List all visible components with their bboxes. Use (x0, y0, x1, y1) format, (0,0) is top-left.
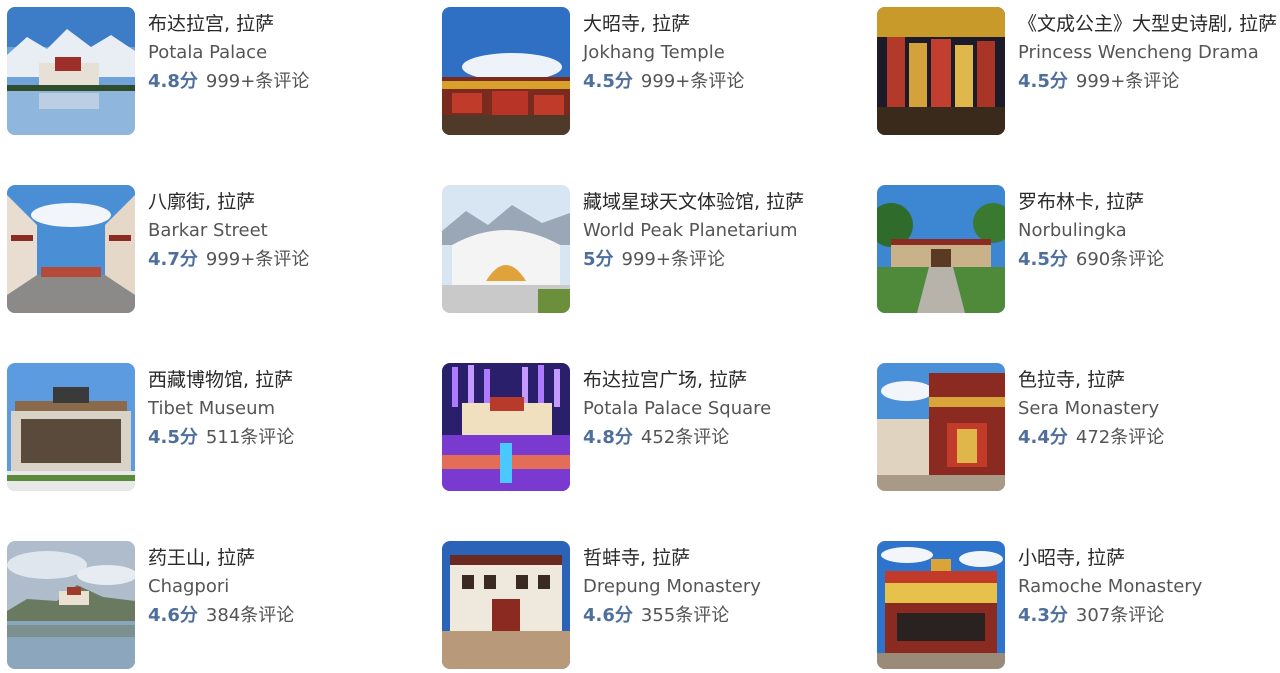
attraction-subtitle: Tibet Museum (148, 398, 276, 419)
attraction-card[interactable]: 小昭寺, 拉萨 Ramoche Monastery 4.3分 307条评论 (877, 541, 1280, 671)
attraction-title[interactable]: 布达拉宫广场, 拉萨 (583, 365, 848, 395)
attraction-card[interactable]: 西藏博物馆, 拉萨 Tibet Museum 4.5分 511条评论 (7, 363, 427, 493)
attraction-subtitle: Sera Monastery (1018, 398, 1160, 419)
attraction-meta: 4.5分 511条评论 (148, 423, 413, 453)
attraction-card[interactable]: 哲蚌寺, 拉萨 Drepung Monastery 4.6分 355条评论 (442, 541, 862, 671)
attraction-photo[interactable] (7, 185, 135, 313)
attraction-meta: 5分 999+条评论 (583, 245, 848, 275)
attraction-card[interactable]: 藏域星球天文体验馆, 拉萨 World Peak Planetarium 5分 9… (442, 185, 862, 315)
rating-score: 4.3分 (1018, 605, 1068, 626)
rating-score: 4.5分 (1018, 249, 1068, 270)
attraction-photo[interactable] (877, 7, 1005, 135)
attraction-subtitle: Jokhang Temple (583, 42, 725, 63)
attraction-meta: 4.7分 999+条评论 (148, 245, 413, 275)
rating-score: 4.6分 (583, 605, 633, 626)
attraction-card[interactable]: 布达拉宫, 拉萨 Potala Palace 4.8分 999+条评论 (7, 7, 427, 137)
attraction-meta: 4.3分 307条评论 (1018, 601, 1280, 631)
review-count: 355条评论 (640, 605, 730, 626)
review-count: 384条评论 (205, 605, 295, 626)
attraction-photo[interactable] (877, 541, 1005, 669)
attraction-meta: 4.4分 472条评论 (1018, 423, 1280, 453)
rating-score: 4.7分 (148, 249, 198, 270)
attraction-subtitle: Princess Wencheng Drama (1018, 42, 1259, 63)
attraction-title[interactable]: 西藏博物馆, 拉萨 (148, 365, 413, 395)
rating-score: 4.5分 (148, 427, 198, 448)
attraction-photo[interactable] (7, 363, 135, 491)
attraction-card[interactable]: 罗布林卡, 拉萨 Norbulingka 4.5分 690条评论 (877, 185, 1280, 315)
rating-score: 4.5分 (1018, 71, 1068, 92)
attraction-title[interactable]: 《文成公主》大型史诗剧, 拉萨 (1018, 9, 1280, 39)
attraction-card[interactable]: 布达拉宫广场, 拉萨 Potala Palace Square 4.8分 452条… (442, 363, 862, 493)
attraction-photo[interactable] (7, 7, 135, 135)
attraction-card[interactable]: 八廓街, 拉萨 Barkar Street 4.7分 999+条评论 (7, 185, 427, 315)
attraction-subtitle: Barkar Street (148, 220, 268, 241)
attraction-title[interactable]: 藏域星球天文体验馆, 拉萨 (583, 187, 848, 217)
attraction-meta: 4.5分 999+条评论 (583, 67, 848, 97)
review-count: 452条评论 (640, 427, 730, 448)
attraction-subtitle: Ramoche Monastery (1018, 576, 1203, 597)
attraction-photo[interactable] (877, 363, 1005, 491)
attraction-photo[interactable] (877, 185, 1005, 313)
rating-score: 4.6分 (148, 605, 198, 626)
attraction-subtitle: Potala Palace Square (583, 398, 772, 419)
attraction-title[interactable]: 小昭寺, 拉萨 (1018, 543, 1280, 573)
attraction-title[interactable]: 罗布林卡, 拉萨 (1018, 187, 1280, 217)
attraction-title[interactable]: 大昭寺, 拉萨 (583, 9, 848, 39)
attraction-card[interactable]: 《文成公主》大型史诗剧, 拉萨 Princess Wencheng Drama … (877, 7, 1280, 137)
attraction-title[interactable]: 布达拉宫, 拉萨 (148, 9, 413, 39)
attraction-subtitle: Drepung Monastery (583, 576, 761, 597)
attraction-card[interactable]: 药王山, 拉萨 Chagpori 4.6分 384条评论 (7, 541, 427, 671)
review-count: 511条评论 (205, 427, 295, 448)
attraction-title[interactable]: 药王山, 拉萨 (148, 543, 413, 573)
attraction-meta: 4.5分 999+条评论 (1018, 67, 1280, 97)
attraction-meta: 4.6分 384条评论 (148, 601, 413, 631)
rating-score: 4.8分 (148, 71, 198, 92)
attraction-photo[interactable] (7, 541, 135, 669)
attraction-card[interactable]: 色拉寺, 拉萨 Sera Monastery 4.4分 472条评论 (877, 363, 1280, 493)
attraction-photo[interactable] (442, 185, 570, 313)
review-count: 690条评论 (1075, 249, 1165, 270)
attraction-subtitle: World Peak Planetarium (583, 220, 798, 241)
attraction-title[interactable]: 哲蚌寺, 拉萨 (583, 543, 848, 573)
review-count: 999+条评论 (205, 249, 310, 270)
attraction-photo[interactable] (442, 7, 570, 135)
attraction-meta: 4.5分 690条评论 (1018, 245, 1280, 275)
attraction-subtitle: Chagpori (148, 576, 230, 597)
attraction-card[interactable]: 大昭寺, 拉萨 Jokhang Temple 4.5分 999+条评论 (442, 7, 862, 137)
attraction-photo[interactable] (442, 363, 570, 491)
attraction-meta: 4.8分 452条评论 (583, 423, 848, 453)
attraction-meta: 4.6分 355条评论 (583, 601, 848, 631)
review-count: 472条评论 (1075, 427, 1165, 448)
attraction-title[interactable]: 八廓街, 拉萨 (148, 187, 413, 217)
attraction-photo[interactable] (442, 541, 570, 669)
attraction-subtitle: Norbulingka (1018, 220, 1127, 241)
rating-score: 4.5分 (583, 71, 633, 92)
attraction-subtitle: Potala Palace (148, 42, 268, 63)
review-count: 307条评论 (1075, 605, 1165, 626)
review-count: 999+条评论 (640, 71, 745, 92)
review-count: 999+条评论 (205, 71, 310, 92)
rating-score: 5分 (583, 249, 614, 270)
attraction-meta: 4.8分 999+条评论 (148, 67, 413, 97)
review-count: 999+条评论 (621, 249, 725, 270)
attraction-title[interactable]: 色拉寺, 拉萨 (1018, 365, 1280, 395)
rating-score: 4.4分 (1018, 427, 1068, 448)
attraction-grid: 布达拉宫, 拉萨 Potala Palace 4.8分 999+条评论 大昭寺, … (0, 0, 1280, 673)
review-count: 999+条评论 (1075, 71, 1180, 92)
rating-score: 4.8分 (583, 427, 633, 448)
